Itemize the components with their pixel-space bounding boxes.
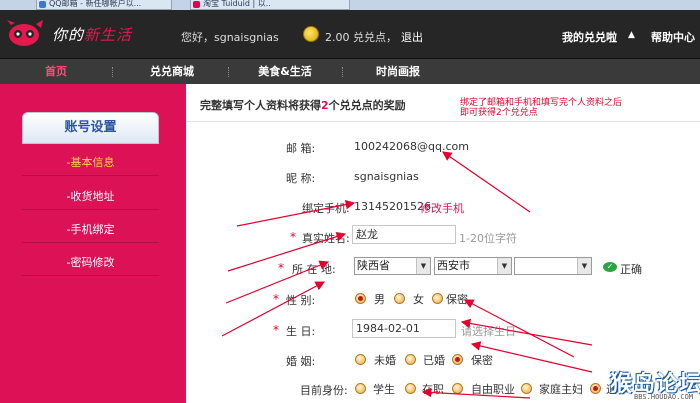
gender-option-label: 女 <box>413 293 424 306</box>
main-content: 完整填写个人资料将获得2个兑兑点的奖励 绑定了邮箱和手机和填写完个人资料之后 即… <box>186 84 700 403</box>
logo-text: 你的新生活 <box>52 24 132 45</box>
reward-title-num: 2 <box>321 99 329 112</box>
required-mark: * <box>290 230 296 244</box>
browser-tab-duiduila[interactable]: 淘宝 Tuiduid | 以.. <box>190 0 350 10</box>
coin-balance: 2.00 兑兑点， <box>325 31 397 44</box>
reward-title-b: 个兑兑点的奖励 <box>328 99 406 112</box>
sidebar-item-phone-bind[interactable]: -手机绑定 <box>22 217 159 243</box>
nav-fashion[interactable]: 时尚画报 <box>360 59 436 84</box>
nickname-label: 昵 称: <box>286 172 316 185</box>
realname-label: 真实姓名: <box>302 232 350 245</box>
email-label: 邮 箱: <box>286 142 316 155</box>
identity-option-label: 学生 <box>373 383 395 396</box>
forum-watermark: 猴岛论坛 BBS.HOUDAO.COM <box>594 366 700 403</box>
gender-option-label: 保密 <box>446 293 468 306</box>
logo-text-b: 新生活 <box>84 26 133 44</box>
top-header: 你的新生活 您好，sgnaisgnias 2.00 兑兑点， 退出 我的兑兑啦 … <box>0 10 700 58</box>
browser-tab-label: QQ邮箱 - 新任哪帐户以... <box>49 0 142 8</box>
nav-shop[interactable]: 兑兑商城 <box>134 59 210 84</box>
browser-tab-label: 淘宝 Tuiduid | 以.. <box>203 0 271 8</box>
reward-title-a: 完整填写个人资料将获得 <box>200 99 321 112</box>
marital-option-label: 未婚 <box>374 354 396 367</box>
marital-married-radio[interactable] <box>405 354 416 365</box>
check-ok-icon: ✓ <box>603 262 617 272</box>
main-nav: 首页 兑兑商城 美食&生活 时尚画报 <box>0 58 700 84</box>
marital-option-label: 保密 <box>471 354 493 367</box>
marital-single-radio[interactable] <box>355 354 366 365</box>
identity-option-label: 在职 <box>422 383 444 396</box>
annotation-line: 即可获得2个兑兑点 <box>460 108 538 118</box>
change-phone-link[interactable]: 修改手机 <box>420 200 464 216</box>
my-duiduila-menu[interactable]: 我的兑兑啦 <box>562 29 617 45</box>
chevron-up-icon[interactable]: ▲ <box>628 30 635 40</box>
birthday-input[interactable]: 1984-02-01 <box>352 319 456 338</box>
sidebar-title: 账号设置 <box>22 112 159 144</box>
location-label: 所 在 地: <box>292 263 336 276</box>
city-select[interactable]: 西安市 ▼ <box>434 257 512 275</box>
province-select[interactable]: 陕西省 ▼ <box>354 257 431 275</box>
marital-label: 婚 姻: <box>286 355 316 368</box>
district-select[interactable]: ▼ <box>514 257 592 275</box>
required-mark: * <box>273 292 279 306</box>
marital-option-label: 已婚 <box>423 354 445 367</box>
identity-student-radio[interactable] <box>355 383 366 394</box>
logo-text-a: 你的 <box>52 26 85 44</box>
dropdown-arrow-icon: ▼ <box>416 258 430 274</box>
browser-tab-qqmail[interactable]: QQ邮箱 - 新任哪帐户以... <box>36 0 172 10</box>
page: QQ邮箱 - 新任哪帐户以... 淘宝 Tuiduid | 以.. 你的新生活 … <box>0 0 700 403</box>
reward-title: 完整填写个人资料将获得2个兑兑点的奖励 <box>200 97 406 113</box>
duiduila-favicon-icon <box>193 1 200 8</box>
nav-divider <box>342 67 343 77</box>
location-ok-text: 正确 <box>620 263 642 276</box>
identity-freelance-radio[interactable] <box>452 383 463 394</box>
identity-housewife-radio[interactable] <box>521 383 532 394</box>
gender-male-radio[interactable] <box>355 293 366 304</box>
realname-input[interactable]: 赵龙 <box>352 225 456 244</box>
marital-secret-radio[interactable] <box>452 354 463 365</box>
coin-icon <box>303 26 319 42</box>
nav-divider <box>112 67 113 77</box>
gender-label: 性 别: <box>286 294 316 307</box>
watermark-url: BBS.HOUDAO.COM <box>634 393 694 401</box>
phone-label: 绑定手机: <box>302 202 350 215</box>
reward-annotation: 绑定了邮箱和手机和填写完个人资料之后 即可获得2个兑兑点 <box>460 98 650 118</box>
email-value: 100242068@qq.com <box>354 140 469 153</box>
identity-option-label: 自由职业 <box>471 383 515 396</box>
qqmail-favicon-icon <box>39 1 46 8</box>
sidebar-item-basic-info[interactable]: -基本信息 <box>22 150 159 176</box>
identity-label: 目前身份: <box>300 384 348 397</box>
nav-home[interactable]: 首页 <box>26 59 86 84</box>
birthday-hint: 请选择生日 <box>461 325 516 338</box>
annotation-line: 绑定了邮箱和手机和填写完个人资料之后 <box>460 98 623 108</box>
sidebar-item-password[interactable]: -密码修改 <box>22 250 159 276</box>
birthday-label: 生 日: <box>286 325 316 338</box>
gender-option-label: 男 <box>374 293 385 306</box>
help-center-link[interactable]: 帮助中心 <box>651 29 695 45</box>
user-greeting: 您好，sgnaisgnias <box>181 31 279 44</box>
nav-divider <box>228 67 229 77</box>
sidebar: 账号设置 -基本信息 -收货地址 -手机绑定 -密码修改 <box>0 84 186 403</box>
identity-option-label: 家庭主妇 <box>539 383 583 396</box>
province-value: 陕西省 <box>357 259 390 272</box>
dropdown-arrow-icon: ▼ <box>577 258 591 274</box>
sidebar-item-address[interactable]: -收货地址 <box>22 184 159 210</box>
nickname-value: sgnaisgnias <box>354 170 419 183</box>
content-header: 完整填写个人资料将获得2个兑兑点的奖励 绑定了邮箱和手机和填写完个人资料之后 即… <box>186 84 700 122</box>
logo-icon[interactable] <box>6 19 46 49</box>
nav-food-life[interactable]: 美食&生活 <box>245 59 325 84</box>
required-mark: * <box>278 261 284 275</box>
city-value: 西安市 <box>437 259 470 272</box>
logout-link[interactable]: 退出 <box>401 29 423 45</box>
browser-tab-strip: QQ邮箱 - 新任哪帐户以... 淘宝 Tuiduid | 以.. <box>0 0 700 10</box>
realname-hint: 1-20位字符 <box>459 232 517 245</box>
identity-employed-radio[interactable] <box>405 383 416 394</box>
dropdown-arrow-icon: ▼ <box>497 258 511 274</box>
required-mark: * <box>273 323 279 337</box>
gender-female-radio[interactable] <box>394 293 405 304</box>
gender-secret-radio[interactable] <box>432 293 443 304</box>
